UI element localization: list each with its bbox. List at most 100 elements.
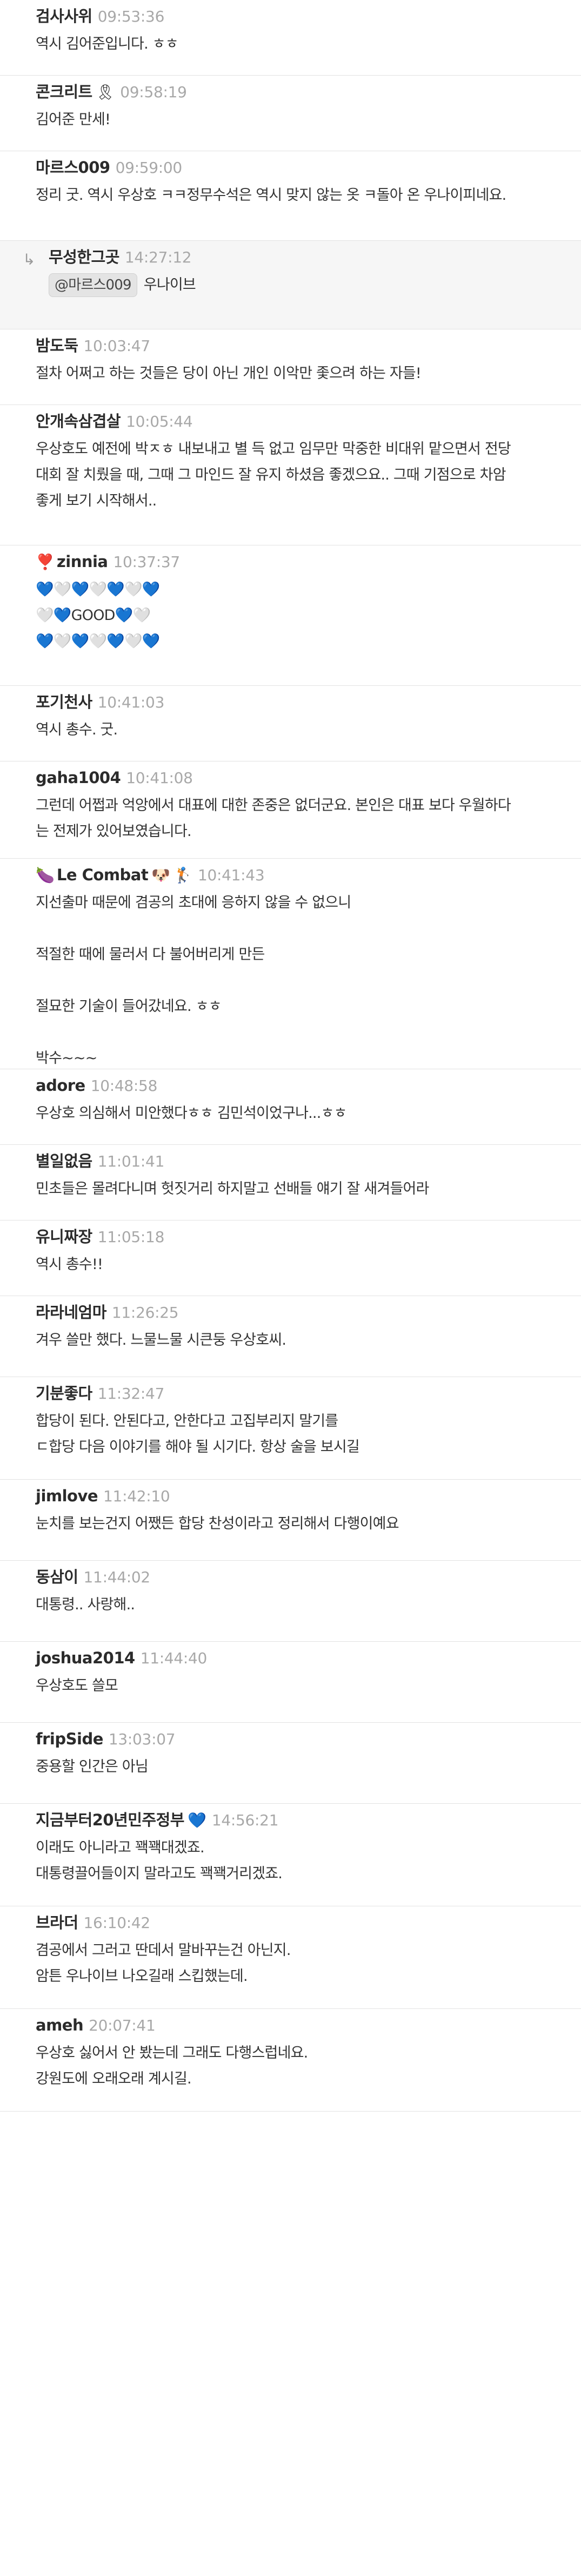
- comment-header: 브라더 16:10:42: [36, 1907, 581, 1938]
- comment-author[interactable]: gaha1004: [36, 763, 121, 793]
- comment-text-line: 겸공에서 그러고 딴데서 말바꾸는건 아닌지.: [36, 1938, 559, 1964]
- comment-author[interactable]: ameh: [36, 2010, 84, 2040]
- comment-author[interactable]: fripSide: [36, 1724, 103, 1754]
- comment-text: 🤍💙GOOD💙🤍: [36, 607, 151, 624]
- comment-header: 콘크리트 🎗 09:58:19: [36, 77, 581, 107]
- comment-header: fripSide 13:03:07: [36, 1724, 581, 1754]
- comment-author[interactable]: jimlove: [36, 1481, 98, 1511]
- comment-timestamp: 11:32:47: [97, 1385, 165, 1402]
- comment-item: gaha1004 10:41:08 그런데 어쩝과 억앙에서 대표에 대한 존중은 …: [0, 761, 581, 859]
- comment-author[interactable]: Le Combat: [57, 860, 149, 890]
- comment-header: 라라네엄마 11:26:25: [36, 1297, 581, 1327]
- comment-text-line: ㄷ합당 다음 이야기를 해야 될 시기다. 항상 술을 보시길: [36, 1434, 559, 1460]
- comment-text-line: 우상호도 예전에 박ㅈㅎ 내보내고 별 득 없고 임무만 막중한 비대위 맡으면…: [36, 436, 559, 462]
- author-emoji-icon: 💙: [187, 1811, 206, 1829]
- comment-text-line: 좋게 보기 시작해서..: [36, 488, 559, 514]
- comment-timestamp: 10:03:47: [83, 337, 151, 355]
- comment-body: 우상호 싫어서 안 봤는데 그래도 다행스럽네요. 강원도에 오래오래 계시길.: [36, 2040, 581, 2105]
- comment-body: 민초들은 몰려다니며 헛짓거리 하지말고 선배들 얘기 잘 새겨들어라: [36, 1176, 581, 1215]
- comment-author[interactable]: 무성한그곳: [49, 242, 119, 272]
- comment-header: 포기천사 10:41:03: [36, 687, 581, 717]
- comment-item: 포기천사 10:41:03 역시 총수. 굿.: [0, 686, 581, 761]
- comment-item: 기분좋다 11:32:47 합당이 된다. 안된다고, 안한다고 고집부리지 말기를…: [0, 1377, 581, 1480]
- comment-text-line: 절차 어쩌고 하는 것들은 당이 아닌 개인 이악만 좇으려 하는 자들!: [36, 361, 559, 387]
- comment-body: @마르스009 우나이브: [0, 272, 581, 311]
- comment-author[interactable]: 기분좋다: [36, 1378, 92, 1408]
- comment-text: 지선출마 때문에 겸공의 초대에 응하지 않을 수 없으니: [36, 894, 351, 911]
- comment-body: 절차 어쩌고 하는 것들은 당이 아닌 개인 이악만 좇으려 하는 자들!: [36, 361, 581, 400]
- comment-author[interactable]: adore: [36, 1070, 85, 1101]
- comment-item: 안개속삼겹살 10:05:44 우상호도 예전에 박ㅈㅎ 내보내고 별 득 없고 임…: [0, 405, 581, 545]
- comment-item: 🍆 Le Combat 🐶 🏌 10:41:43 지선출마 때문에 겸공의 초대에 응하지…: [0, 859, 581, 1069]
- comment-author[interactable]: 콘크리트: [36, 77, 92, 107]
- comment-text-line: 대통령.. 사랑해..: [36, 1592, 559, 1618]
- comment-text-line: 겨우 쓸만 했다. 느물느물 시큰둥 우상호씨.: [36, 1327, 559, 1353]
- comment-timestamp: 10:41:03: [97, 693, 165, 711]
- comment-body: 우상호도 쓸모: [36, 1673, 581, 1712]
- author-emoji-icon: ❣️: [36, 553, 55, 571]
- comment-text: 우상호 의심해서 미안했다ㅎㅎ 김민석이었구나...ㅎㅎ: [36, 1105, 347, 1122]
- comment-list: 검사사위 09:53:36 역시 김어준입니다. ㅎㅎ 콘크리트 🎗 09:58:19 김어…: [0, 0, 581, 2112]
- comment-body: 김어준 만세!: [36, 107, 581, 146]
- comment-timestamp: 11:05:18: [97, 1228, 165, 1246]
- comment-body: 💙🤍💙🤍💙🤍💙 🤍💙GOOD💙🤍 💙🤍💙🤍💙🤍💙: [36, 577, 581, 667]
- comment-timestamp: 11:42:10: [103, 1487, 170, 1505]
- comment-header: gaha1004 10:41:08: [36, 763, 581, 793]
- comment-author[interactable]: 안개속삼겹살: [36, 406, 121, 436]
- comment-text: 적절한 때에 물러서 다 불어버리게 만든: [36, 946, 265, 963]
- comment-body: 지선출마 때문에 겸공의 초대에 응하지 않을 수 없으니적절한 때에 물러서 …: [36, 890, 581, 1084]
- comment-item: jimlove 11:42:10 눈치를 보는건지 어쨌든 합당 찬성이라고 정리해…: [0, 1480, 581, 1561]
- comment-header: ❣️ zinnia 10:37:37: [36, 547, 581, 577]
- comment-author[interactable]: 별일없음: [36, 1146, 92, 1176]
- comment-author[interactable]: 검사사위: [36, 1, 92, 31]
- comment-text-line: 대통령끌어들이지 말라고도 꽥꽥거리겠죠.: [36, 1861, 559, 1887]
- comment-text-line: 합당이 된다. 안된다고, 안한다고 고집부리지 말기를: [36, 1408, 559, 1434]
- comment-body: 겨우 쓸만 했다. 느물느물 시큰둥 우상호씨.: [36, 1327, 581, 1366]
- comment-timestamp: 11:44:40: [140, 1649, 208, 1667]
- comment-header: 무성한그곳 14:27:12: [0, 242, 581, 272]
- author-emoji-icon: 🍆: [36, 866, 55, 884]
- comment-body: 그런데 어쩝과 억앙에서 대표에 대한 존중은 없더군요. 본인은 대표 보다 …: [36, 793, 581, 858]
- comment-item: ameh 20:07:41 우상호 싫어서 안 봤는데 그래도 다행스럽네요. 강원도…: [0, 2009, 581, 2112]
- comment-text: 대통령.. 사랑해..: [36, 1596, 135, 1613]
- comment-timestamp: 13:03:07: [108, 1730, 176, 1748]
- comment-text: 역시 총수. 굿.: [36, 721, 118, 738]
- mention-tag[interactable]: @마르스009: [49, 273, 137, 297]
- comment-author[interactable]: 마르스009: [36, 152, 110, 183]
- comment-author[interactable]: 유니짜장: [36, 1222, 92, 1252]
- comment-text: 겸공에서 그러고 딴데서 말바꾸는건 아닌지.: [36, 1942, 291, 1959]
- comment-author[interactable]: zinnia: [57, 547, 108, 577]
- comment-author[interactable]: 포기천사: [36, 687, 92, 717]
- comment-text-line: 대회 잘 치뤘을 때, 그때 그 마인드 잘 유지 하셨음 좋겠으요.. 그때 …: [36, 462, 559, 488]
- comment-body: 대통령.. 사랑해..: [36, 1592, 581, 1631]
- comment-author[interactable]: 동삼이: [36, 1562, 78, 1592]
- comment-text-line: 역시 총수. 굿.: [36, 717, 559, 743]
- comment-author[interactable]: 브라더: [36, 1907, 78, 1938]
- comment-text-line: 역시 총수!!: [36, 1252, 559, 1278]
- comment-text-line: 암튼 우나이브 나오길래 스킵했는데.: [36, 1964, 559, 1990]
- comment-text-line: 중용할 인간은 아님: [36, 1754, 559, 1780]
- comment-item: fripSide 13:03:07 중용할 인간은 아님: [0, 1723, 581, 1804]
- comment-text-line: 지선출마 때문에 겸공의 초대에 응하지 않을 수 없으니: [36, 890, 559, 916]
- comment-text-line: 💙🤍💙🤍💙🤍💙: [36, 577, 559, 603]
- comment-text: 역시 총수!!: [36, 1256, 103, 1273]
- comment-body: 정리 굿. 역시 우상호 ㅋㅋ정무수석은 역시 맞지 않는 옷 ㅋ돌아 온 우나…: [36, 183, 581, 221]
- comment-timestamp: 10:41:08: [126, 769, 193, 787]
- comment-timestamp: 11:26:25: [111, 1304, 179, 1321]
- comment-author[interactable]: 지금부터20년민주정부: [36, 1805, 184, 1835]
- comment-text: 겨우 쓸만 했다. 느물느물 시큰둥 우상호씨.: [36, 1332, 286, 1348]
- comment-header: 기분좋다 11:32:47: [36, 1378, 581, 1408]
- comment-text-line: 그런데 어쩝과 억앙에서 대표에 대한 존중은 없더군요. 본인은 대표 보다 …: [36, 793, 559, 819]
- comment-author[interactable]: 라라네엄마: [36, 1297, 106, 1327]
- comment-header: 유니짜장 11:05:18: [36, 1222, 581, 1252]
- comment-timestamp: 14:27:12: [124, 248, 192, 266]
- comment-header: 별일없음 11:01:41: [36, 1146, 581, 1176]
- comment-text-line: 는 전제가 있어보였습니다.: [36, 819, 559, 845]
- comment-author[interactable]: joshua2014: [36, 1643, 135, 1673]
- comment-text-line: 적절한 때에 물러서 다 불어버리게 만든: [36, 942, 559, 968]
- author-emoji-icon: 🎗: [95, 83, 115, 101]
- comment-body: 합당이 된다. 안된다고, 안한다고 고집부리지 말기를 ㄷ합당 다음 이야기를 …: [36, 1408, 581, 1473]
- comment-author[interactable]: 밤도둑: [36, 331, 78, 361]
- comment-text: ㄷ합당 다음 이야기를 해야 될 시기다. 항상 술을 보시길: [36, 1439, 360, 1455]
- comment-text-line: 역시 김어준입니다. ㅎㅎ: [36, 31, 559, 57]
